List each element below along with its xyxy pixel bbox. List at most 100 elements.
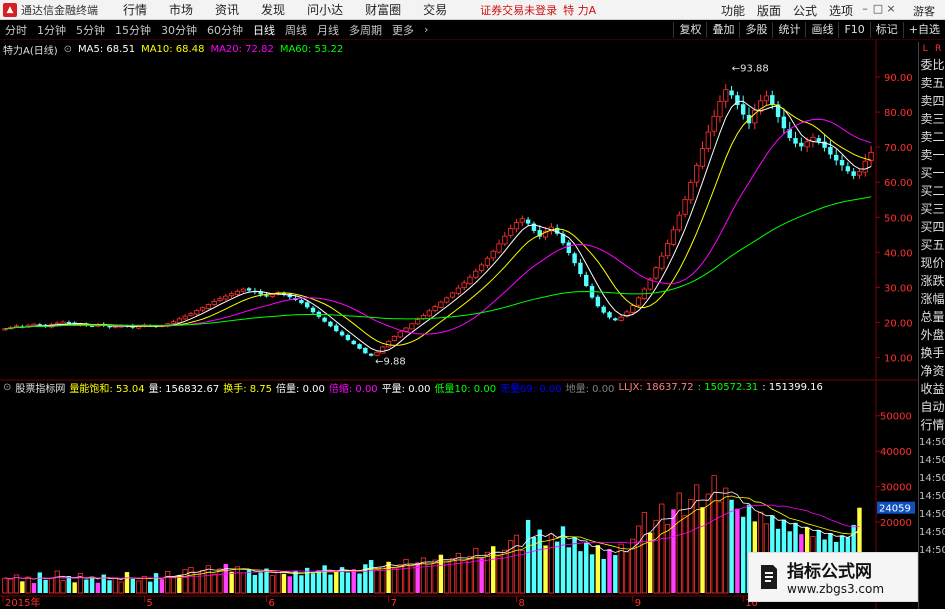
menu-ask[interactable]: 问小达 xyxy=(296,1,354,18)
menu-wealth-circle[interactable]: 财富圈 xyxy=(354,1,412,18)
side-item-6[interactable]: 买一 xyxy=(919,164,945,182)
candle-body-53 xyxy=(310,307,316,313)
side-item-1[interactable]: 卖五 xyxy=(919,74,945,92)
tool-draw[interactable]: 画线 xyxy=(805,22,838,38)
side-item-9[interactable]: 买四 xyxy=(919,218,945,236)
maximize-icon[interactable]: □ xyxy=(872,2,884,16)
side-item-18[interactable]: 收益 xyxy=(919,380,945,398)
side-item-20[interactable]: 行情 xyxy=(919,416,945,434)
volume-bar-24 xyxy=(141,575,148,594)
volume-bars xyxy=(2,475,862,594)
period-5min[interactable]: 5分钟 xyxy=(71,22,110,38)
volume-bar-46 xyxy=(269,575,275,594)
minimize-icon[interactable]: – xyxy=(859,2,871,16)
menu-options[interactable]: 选项 xyxy=(823,2,859,19)
date-label-0: 2015年 xyxy=(5,596,40,609)
current-volume-label: 24059 xyxy=(879,504,911,515)
side-item-12[interactable]: 涨跌 xyxy=(919,272,945,290)
indicator-value-4: 倍缩: 0.00 xyxy=(328,383,378,395)
candle-body-132 xyxy=(770,95,775,105)
period-30min[interactable]: 30分钟 xyxy=(156,22,202,38)
menu-function[interactable]: 功能 xyxy=(715,2,751,19)
side-item-25[interactable]: 14:50 xyxy=(919,506,945,524)
side-tab-r[interactable]: R xyxy=(935,42,941,56)
close-icon[interactable]: × xyxy=(885,2,897,16)
candle-body-35 xyxy=(205,304,211,309)
period-1min[interactable]: 1分钟 xyxy=(32,22,71,38)
volume-bar-110 xyxy=(641,512,647,594)
side-item-17[interactable]: 净资 xyxy=(919,362,945,380)
period-15min[interactable]: 15分钟 xyxy=(110,22,156,38)
volume-bar-55 xyxy=(322,565,327,593)
side-item-0[interactable]: 委比 xyxy=(919,56,945,74)
volume-bar-116 xyxy=(676,492,682,594)
period-monthly[interactable]: 月线 xyxy=(312,22,344,38)
side-item-22[interactable]: 14:50 xyxy=(919,452,945,470)
candle-body-138 xyxy=(804,141,810,148)
volume-bar-99 xyxy=(578,551,583,593)
tool-multi-stock[interactable]: 多股 xyxy=(739,22,772,38)
ma-settings-icon[interactable]: ⊙ xyxy=(64,44,72,55)
tool-stats[interactable]: 统计 xyxy=(772,22,805,38)
period-multi[interactable]: 多周期 xyxy=(344,22,387,38)
side-item-21[interactable]: 14:50 xyxy=(919,434,945,452)
side-item-2[interactable]: 卖四 xyxy=(919,92,945,110)
login-notice[interactable]: 证券交易未登录 xyxy=(480,2,557,18)
candle-body-134 xyxy=(781,116,787,129)
side-item-10[interactable]: 买五 xyxy=(919,236,945,254)
period-toolbar: 分时 1分钟 5分钟 15分钟 30分钟 60分钟 日线 周线 月线 多周期 更… xyxy=(0,20,945,40)
side-item-8[interactable]: 买三 xyxy=(919,200,945,218)
candle-body-34 xyxy=(199,307,206,311)
period-weekly[interactable]: 周线 xyxy=(280,22,312,38)
price-label-2: 70.00 xyxy=(884,143,913,154)
tool-add-watchlist[interactable]: +自选 xyxy=(902,22,945,38)
volume-bar-82 xyxy=(479,558,484,593)
side-item-27[interactable]: 14:50 xyxy=(919,542,945,560)
tool-adjust[interactable]: 复权 xyxy=(673,22,706,38)
volume-bar-6 xyxy=(37,572,42,593)
chart-area[interactable]: 90.00 80.00 70.00 60.00 50.00 40.00 30.00 20.00… xyxy=(0,40,918,609)
volume-bar-91 xyxy=(531,536,537,593)
menu-market-list[interactable]: 市场 xyxy=(158,1,204,18)
period-more[interactable]: 更多 xyxy=(387,22,419,38)
guest-label[interactable]: 游客 xyxy=(913,3,935,19)
period-daily[interactable]: 日线 xyxy=(248,22,280,38)
menu-formula[interactable]: 公式 xyxy=(787,2,823,19)
period-intraday[interactable]: 分时 xyxy=(0,22,32,38)
side-item-14[interactable]: 总量 xyxy=(919,308,945,326)
menu-market[interactable]: 行情 xyxy=(112,1,158,18)
period-60min[interactable]: 60分钟 xyxy=(202,22,248,38)
side-item-19[interactable]: 自动 xyxy=(919,398,945,416)
chevron-right-icon[interactable]: › xyxy=(419,23,433,36)
side-item-7[interactable]: 买二 xyxy=(919,182,945,200)
tool-f10[interactable]: F10 xyxy=(838,22,869,38)
menu-news[interactable]: 资讯 xyxy=(204,1,250,18)
indicator-name[interactable]: 股票指标网 xyxy=(15,380,65,395)
tool-mark[interactable]: 标记 xyxy=(869,22,903,38)
indicator-settings-icon[interactable]: ⊙ xyxy=(3,382,11,393)
vol-label-3: 20000 xyxy=(880,518,912,529)
volume-bar-104 xyxy=(607,549,612,593)
volume-bar-14 xyxy=(84,579,89,593)
side-item-11[interactable]: 现价 xyxy=(919,254,945,272)
side-item-26[interactable]: 14:50 xyxy=(919,524,945,542)
candle-body-121 xyxy=(705,131,711,149)
tool-overlay[interactable]: 叠加 xyxy=(706,22,739,38)
side-item-5[interactable]: 卖一 xyxy=(919,146,945,164)
candle-body-146 xyxy=(851,171,856,176)
side-item-3[interactable]: 卖三 xyxy=(919,110,945,128)
side-tab-l[interactable]: L xyxy=(923,42,928,56)
candle-body-32 xyxy=(188,313,194,316)
side-item-24[interactable]: 14:50 xyxy=(919,488,945,506)
side-item-23[interactable]: 14:50 xyxy=(919,470,945,488)
side-item-13[interactable]: 涨幅 xyxy=(919,290,945,308)
price-label-0: 90.00 xyxy=(884,73,913,84)
side-item-15[interactable]: 外盘 xyxy=(919,326,945,344)
menu-trade[interactable]: 交易 xyxy=(412,1,458,18)
side-item-4[interactable]: 卖二 xyxy=(919,128,945,146)
indicator-value-5: 平量: 0.00 xyxy=(381,383,431,395)
menu-discover[interactable]: 发现 xyxy=(250,1,296,18)
volume-bar-59 xyxy=(345,572,351,593)
menu-layout[interactable]: 版面 xyxy=(751,2,787,19)
side-item-16[interactable]: 换手 xyxy=(919,344,945,362)
